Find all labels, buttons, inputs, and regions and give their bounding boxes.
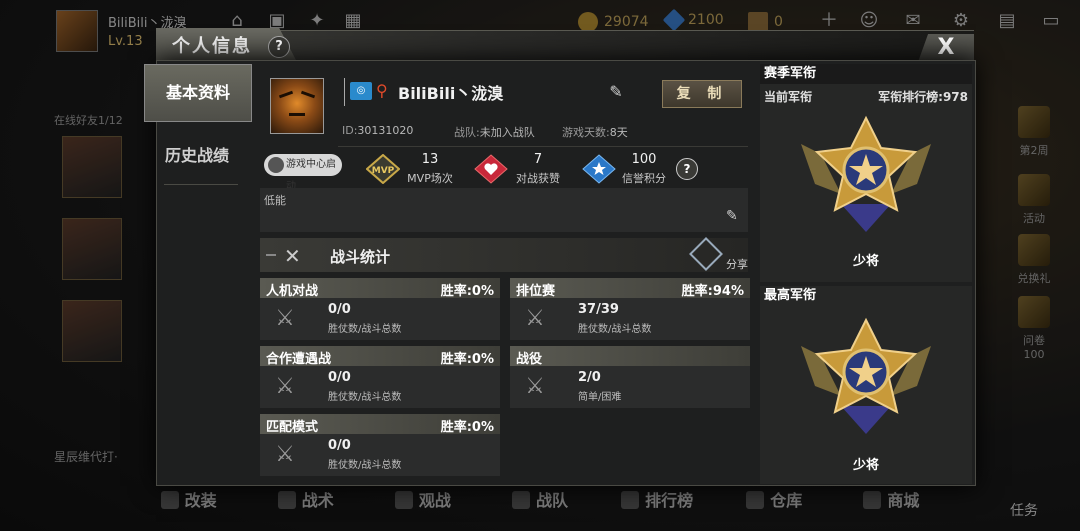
qq-icon: ⚲	[376, 81, 388, 100]
team-info: 战队:未加入战队	[454, 124, 535, 140]
current-rank-label: 当前军衔	[764, 90, 813, 104]
profile-name: BiliBili丶泷溴	[398, 84, 504, 103]
name-separator	[344, 78, 345, 106]
star-icon	[582, 154, 616, 184]
region-flag-icon: ◎	[350, 82, 372, 100]
highest-rank-header: 最高军衔	[760, 286, 972, 306]
season-rank-panel: 赛季军衔 当前军衔 军衔排行榜:978 少将 最高军衔 少将	[760, 64, 972, 484]
likes-value: 7	[533, 152, 543, 167]
heart-icon	[474, 154, 508, 184]
card-winrate: 胜率:0%	[440, 352, 494, 367]
team-value: 未加入战队	[479, 126, 535, 139]
svg-text:MVP: MVP	[372, 166, 395, 176]
highest-rank-box: 少将	[760, 306, 972, 484]
current-rank-name: 少将	[852, 254, 879, 269]
card-winrate: 胜率:0%	[440, 284, 494, 299]
card-subtitle: 胜仗数/战斗总数	[328, 460, 402, 471]
rank-leaderboard-label[interactable]: 军衔排行榜:978	[878, 88, 968, 105]
crossed-swords-icon: ⚔	[275, 374, 295, 399]
crossed-swords-icon: ⚔	[275, 306, 295, 331]
season-rank-header: 赛季军衔	[760, 64, 972, 84]
current-rank-box: 当前军衔 军衔排行榜:978 少将	[760, 84, 972, 282]
mvp-label: MVP场次	[407, 172, 453, 185]
card-title: 合作遭遇战	[266, 352, 332, 367]
crossed-guns-icon: ✕	[284, 244, 301, 268]
signature-text: 低能	[264, 194, 286, 207]
card-subtitle: 胜仗数/战斗总数	[328, 324, 402, 335]
edit-name-icon[interactable]: ✎	[606, 82, 626, 102]
tiger-stripe	[289, 113, 305, 116]
profile-panel: ◎ ⚲ BiliBili丶泷溴 ✎ 复 制 ID:30131020 战队:未加入…	[258, 64, 752, 484]
tab-basic-info[interactable]: 基本资料	[144, 64, 252, 122]
card-subtitle: 简单/困难	[578, 392, 622, 403]
team-label: 战队:	[454, 126, 480, 139]
info-divider	[338, 146, 748, 147]
major-general-medal-icon	[801, 317, 931, 434]
card-value: 2/0	[578, 370, 601, 385]
card-title: 排位赛	[516, 284, 556, 299]
id-value: 30131020	[357, 124, 414, 137]
mode-card-ranked: 排位赛 胜率:94% ⚔ 37/39 胜仗数/战斗总数	[510, 278, 750, 340]
card-value: 0/0	[328, 302, 351, 317]
mode-card-coop: 合作遭遇战 胜率:0% ⚔ 0/0 胜仗数/战斗总数	[260, 346, 500, 408]
mode-card-pve: 人机对战 胜率:0% ⚔ 0/0 胜仗数/战斗总数	[260, 278, 500, 340]
crossed-swords-icon: ⚔	[525, 306, 545, 331]
card-header	[510, 346, 750, 366]
tiger-stripe	[300, 90, 316, 99]
share-icon[interactable]	[689, 237, 723, 271]
card-title: 战役	[516, 352, 543, 367]
credit-value: 100	[631, 152, 657, 167]
days-value: 8天	[609, 126, 628, 139]
battle-stats-header: ✕ 战斗统计 分享	[260, 237, 748, 272]
crossed-swords-icon: ⚔	[275, 442, 295, 467]
days-info: 游戏天数:8天	[562, 124, 628, 140]
section-dash	[266, 254, 276, 256]
edit-signature-icon[interactable]: ✎	[726, 208, 744, 226]
card-winrate: 胜率:94%	[681, 284, 744, 299]
card-value: 0/0	[328, 370, 351, 385]
mvp-icon: MVP	[366, 154, 400, 184]
mvp-value: 13	[421, 152, 439, 167]
signature-box[interactable]: 低能 ✎	[260, 188, 748, 232]
mode-card-campaign: 战役 ⚔ 2/0 简单/困难	[510, 346, 750, 408]
modal-sidebar: 基本资料 历史战绩	[144, 64, 252, 484]
card-subtitle: 胜仗数/战斗总数	[328, 392, 402, 403]
card-value: 0/0	[328, 438, 351, 453]
crossed-swords-icon: ⚔	[525, 374, 545, 399]
credit-label: 信誉积分	[622, 172, 666, 185]
likes-label: 对战获赞	[516, 172, 560, 185]
battle-stats-title: 战斗统计	[330, 248, 391, 266]
card-winrate: 胜率:0%	[440, 420, 494, 435]
id-info: ID:30131020	[342, 124, 413, 137]
share-label[interactable]: 分享	[726, 256, 748, 272]
tab-history[interactable]: 历史战绩	[144, 128, 250, 184]
card-subtitle: 胜仗数/战斗总数	[578, 324, 652, 335]
major-general-medal-icon	[801, 115, 931, 232]
game-center-icon	[268, 157, 284, 173]
mode-card-match: 匹配模式 胜率:0% ⚔ 0/0 胜仗数/战斗总数	[260, 414, 500, 476]
game-center-button[interactable]: 游戏中心启动	[264, 154, 342, 192]
card-value: 37/39	[578, 302, 619, 317]
card-title: 匹配模式	[266, 420, 319, 435]
id-label: ID:	[342, 124, 358, 137]
card-title: 人机对战	[266, 284, 319, 299]
profile-avatar	[270, 78, 324, 134]
sidebar-divider	[164, 184, 238, 185]
tiger-stripe	[278, 90, 294, 99]
credit-help-icon[interactable]: ?	[676, 158, 698, 180]
help-icon[interactable]: ?	[268, 36, 290, 58]
copy-button[interactable]: 复 制	[662, 80, 742, 108]
modal-title: 个人信息	[172, 36, 252, 57]
highest-rank-name: 少将	[852, 458, 879, 473]
days-label: 游戏天数:	[562, 126, 610, 139]
